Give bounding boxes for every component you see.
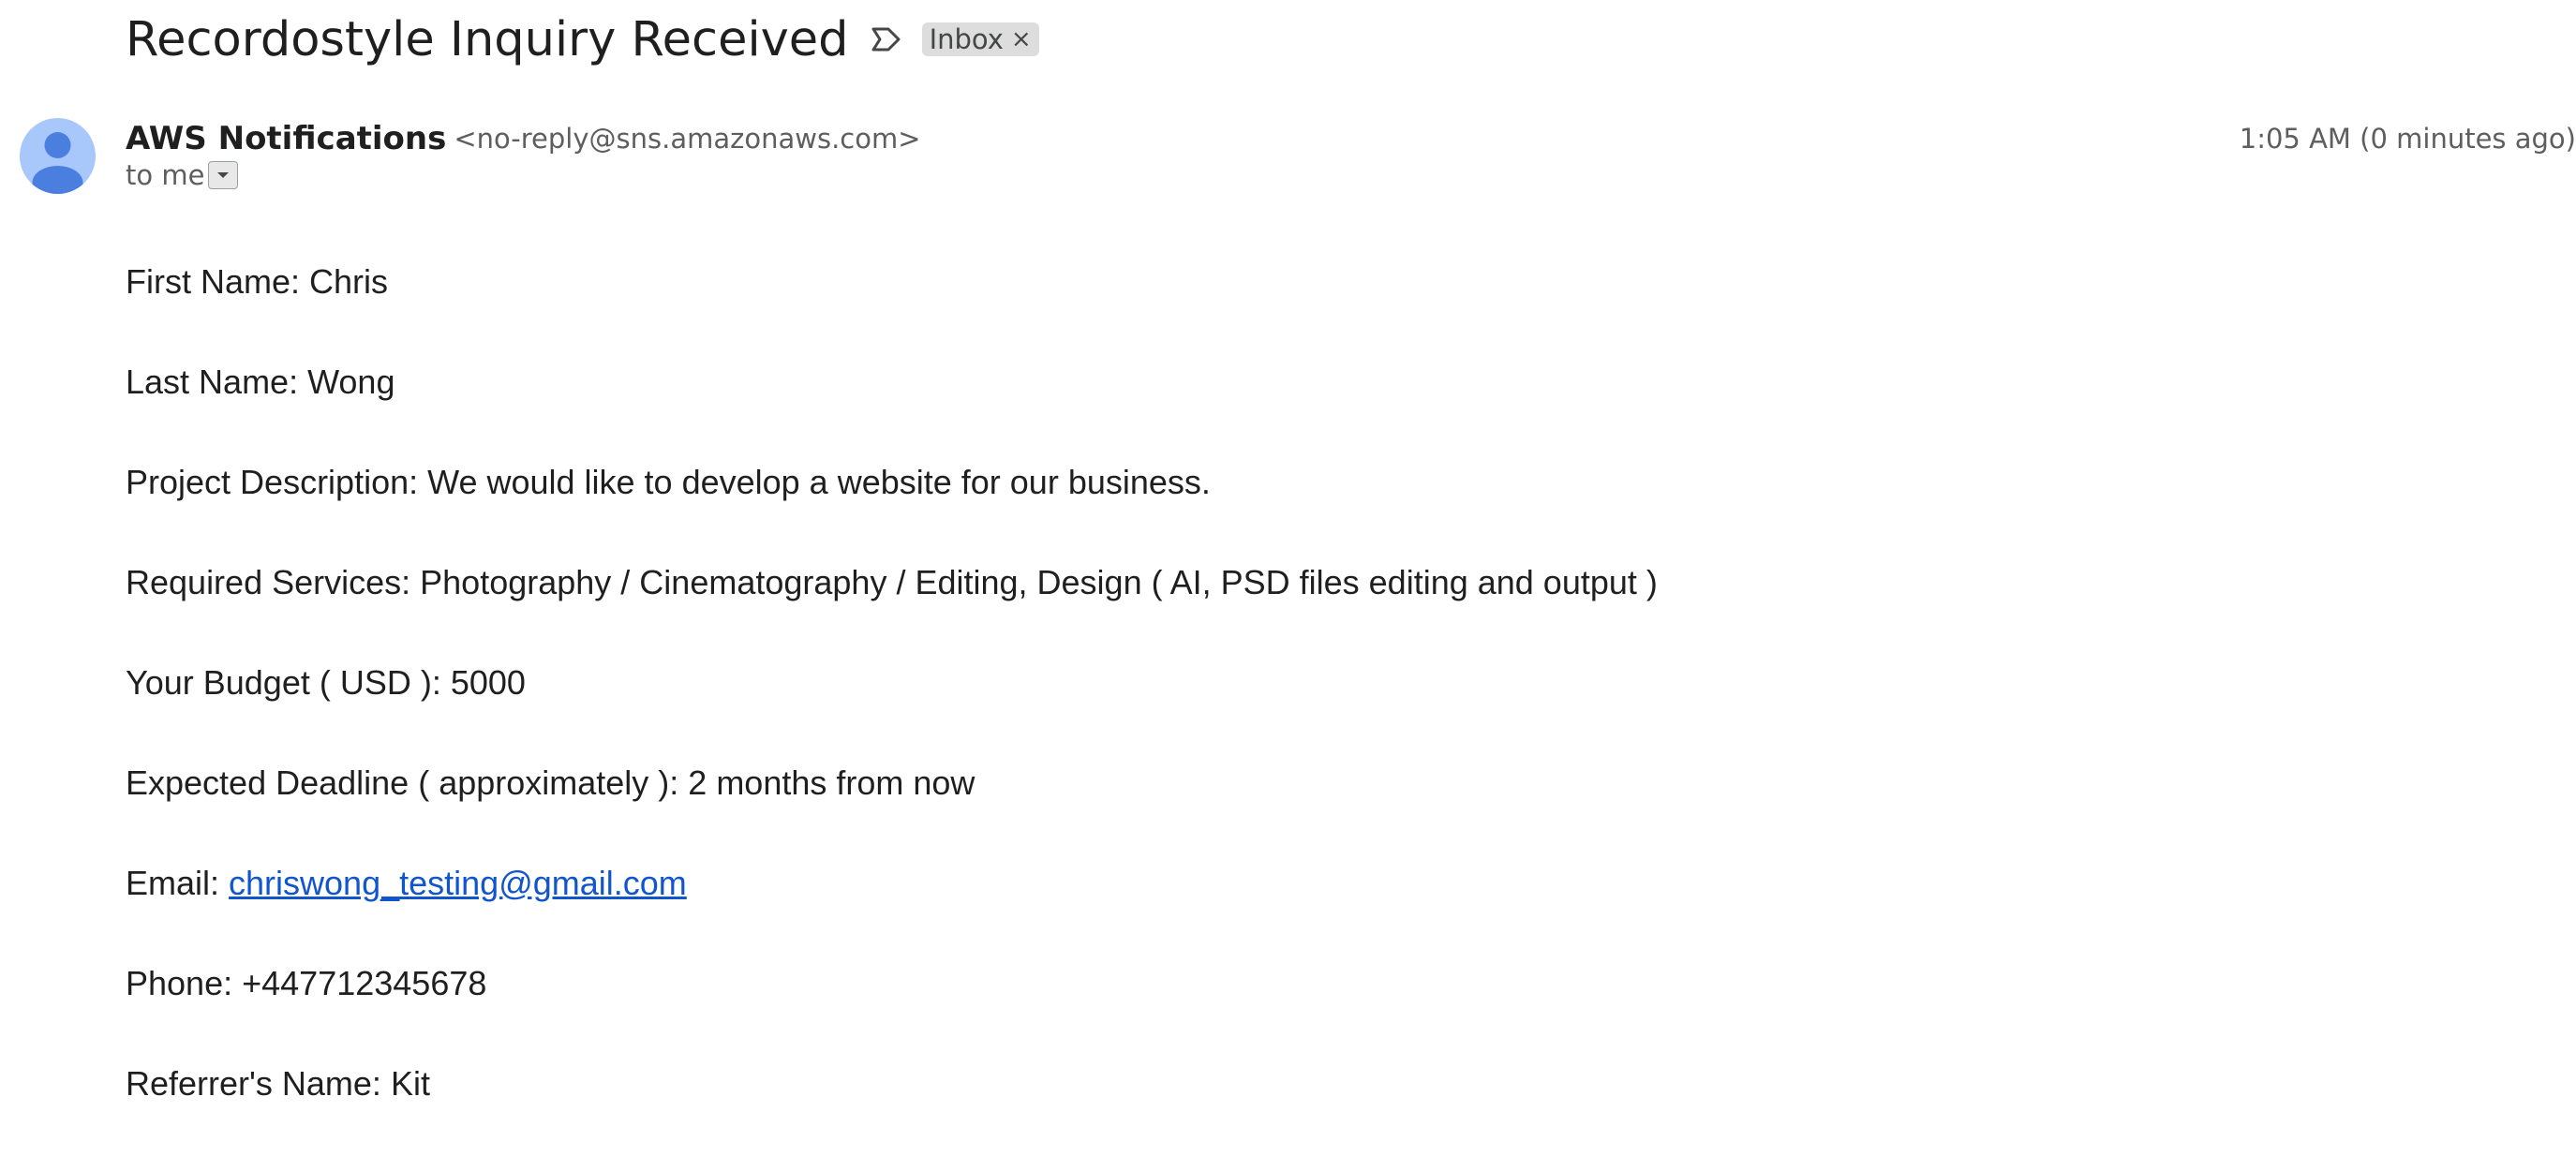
body-last-name: Last Name: Wong <box>126 363 395 401</box>
subject-row: Recordostyle Inquiry Received Inbox × <box>126 6 1039 73</box>
body-project-description: Project Description: We would like to de… <box>126 463 1211 501</box>
message-timestamp: 1:05 AM (0 minutes ago) <box>2239 123 2576 155</box>
message-body: First Name: Chris Last Name: Wong Projec… <box>126 256 1658 1156</box>
show-details-button[interactable] <box>208 161 239 189</box>
recipient-row: to me <box>126 157 239 193</box>
sender-avatar <box>20 118 96 194</box>
sender-name[interactable]: AWS Notifications <box>126 120 446 157</box>
body-email: Email: chriswong_testing@gmail.com <box>126 857 1658 957</box>
body-referrer: Referrer's Name: Kit <box>126 1064 430 1103</box>
inbox-label-chip: Inbox × <box>921 22 1039 56</box>
sender-email: <no-reply@sns.amazonaws.com> <box>454 123 921 155</box>
dropdown-arrow-icon <box>217 172 230 178</box>
default-user-avatar-icon <box>32 132 83 194</box>
email-subject: Recordostyle Inquiry Received <box>126 11 849 67</box>
body-deadline: Expected Deadline ( approximately ): 2 m… <box>126 763 975 802</box>
email-link[interactable]: chriswong_testing@gmail.com <box>229 864 687 902</box>
inbox-label-text: Inbox <box>929 23 1004 55</box>
label-important-icon[interactable] <box>870 25 903 53</box>
body-required-services: Required Services: Photography / Cinemat… <box>126 563 1658 601</box>
body-first-name: First Name: Chris <box>126 262 389 301</box>
remove-label-icon[interactable]: × <box>1011 25 1032 53</box>
body-budget: Your Budget ( USD ): 5000 <box>126 663 526 702</box>
recipient-text: to me <box>126 159 205 191</box>
sender-row: AWS Notifications <no-reply@sns.amazonaw… <box>126 116 921 161</box>
body-phone: Phone: +447712345678 <box>126 964 487 1002</box>
body-email-label: Email: <box>126 864 230 902</box>
